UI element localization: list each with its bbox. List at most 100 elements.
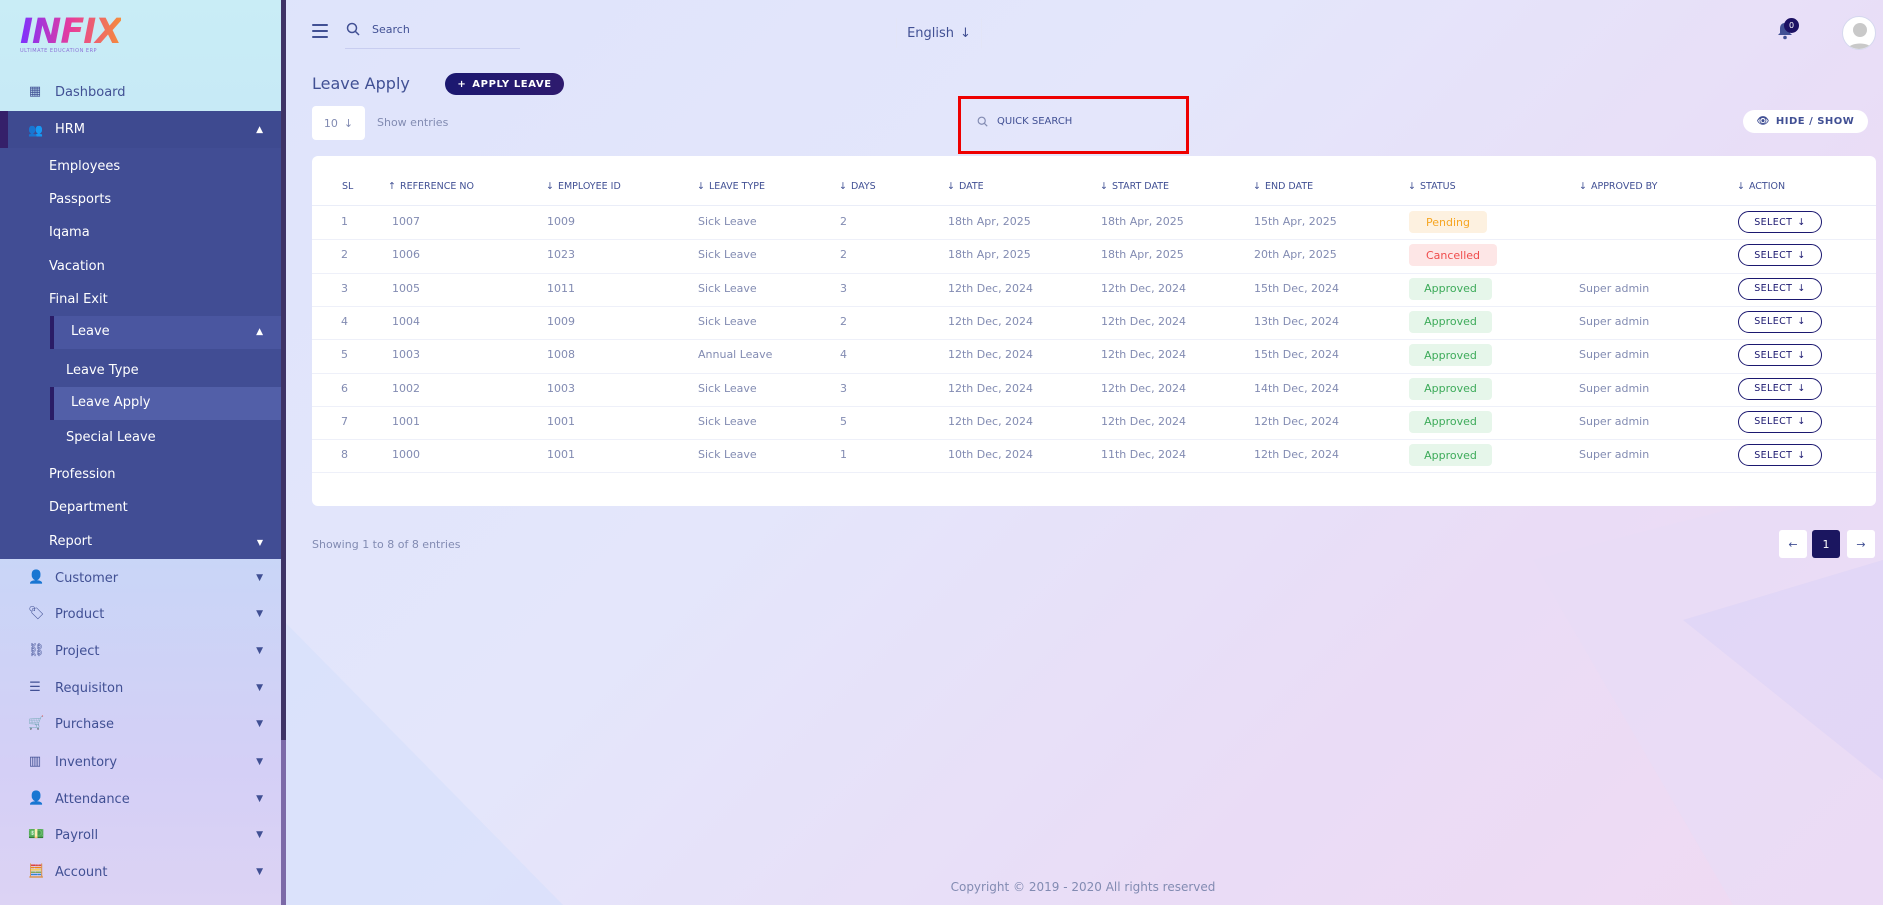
cell-days: 3 (840, 381, 847, 395)
select-label: SELECT (1754, 349, 1793, 361)
hide-show-button[interactable]: 👁 HIDE / SHOW (1743, 110, 1868, 133)
row-action-select-button[interactable]: SELECT ↓ (1738, 377, 1822, 400)
column-header-days[interactable]: ↓ DAYS (839, 181, 876, 192)
cell-start: 12th Dec, 2024 (1101, 381, 1187, 395)
caret-down-icon: ▼ (256, 794, 263, 804)
top-search-input[interactable]: Search (372, 23, 410, 36)
row-divider (312, 339, 1876, 341)
sidebar-item-customer[interactable]: 👤 Customer ▼ (0, 560, 281, 596)
next-page-button[interactable]: → (1847, 530, 1875, 558)
column-header-reference-no[interactable]: ↑ REFERENCE NO (388, 181, 474, 192)
sidebar-item-payroll[interactable]: 💵 Payroll ▼ (0, 817, 281, 853)
cell-approved: Super admin (1579, 414, 1650, 428)
sidebar-item-department[interactable]: Department (49, 500, 128, 515)
sidebar-item-requisiton[interactable]: ☰ Requisiton ▼ (0, 670, 281, 706)
column-header-sl[interactable]: SL (342, 181, 353, 192)
sidebar-item-label: Leave Apply (71, 395, 151, 410)
column-header-status[interactable]: ↓ STATUS (1408, 181, 1456, 192)
sidebar-item-leave[interactable]: Leave ▲ (50, 316, 281, 349)
arrow-down-icon: ↓ (1797, 383, 1806, 394)
sidebar-item-purchase[interactable]: 🛒 Purchase ▼ (0, 706, 281, 742)
cell-sl: 5 (341, 348, 348, 362)
sidebar-item-project[interactable]: ⛓ Project ▼ (0, 633, 281, 669)
column-header-action[interactable]: ↓ ACTION (1737, 181, 1785, 192)
entries-select[interactable]: 10 ↓ (312, 106, 365, 140)
sidebar-item-attendance[interactable]: 👤 Attendance ▼ (0, 781, 281, 817)
avatar[interactable] (1842, 16, 1876, 50)
row-action-select-button[interactable]: SELECT ↓ (1738, 244, 1822, 267)
cell-sl: 6 (341, 381, 348, 395)
cell-sl: 3 (341, 281, 348, 295)
arrow-down-icon: ↓ (1737, 181, 1745, 192)
footer-copyright: Copyright © 2019 - 2020 All rights reser… (950, 880, 1216, 894)
arrow-down-icon: ↓ (1253, 181, 1261, 192)
cell-date: 18th Apr, 2025 (948, 215, 1031, 228)
cell-end: 15th Apr, 2025 (1254, 215, 1337, 228)
language-selector[interactable]: English ↓ (896, 18, 982, 48)
row-action-select-button[interactable]: SELECT ↓ (1738, 277, 1822, 300)
sidebar-item-employees[interactable]: Employees (49, 159, 120, 174)
cell-end: 13th Dec, 2024 (1254, 314, 1340, 328)
column-header-date[interactable]: ↓ DATE (947, 181, 984, 192)
column-header-end-date[interactable]: ↓ END DATE (1253, 181, 1313, 192)
sidebar-item-final-exit[interactable]: Final Exit (49, 292, 108, 307)
cell-type: Sick Leave (698, 381, 757, 395)
cell-type: Sick Leave (698, 414, 757, 428)
select-label: SELECT (1754, 283, 1793, 295)
cell-end: 15th Dec, 2024 (1254, 281, 1340, 295)
arrow-up-icon: ↑ (388, 181, 396, 192)
caret-down-icon: ▼ (256, 867, 263, 877)
page-1-button[interactable]: 1 (1812, 530, 1840, 558)
sidebar-item-dashboard[interactable]: ▦ Dashboard (0, 74, 281, 110)
quick-search-input[interactable]: QUICK SEARCH (966, 106, 1180, 136)
sidebar-item-label: Requisiton (55, 680, 124, 696)
cell-ref: 1004 (392, 314, 420, 328)
sidebar-item-product[interactable]: 🏷 Product ▼ (0, 596, 281, 632)
row-action-select-button[interactable]: SELECT ↓ (1738, 310, 1822, 333)
sidebar-item-leave-apply[interactable]: Leave Apply (50, 387, 281, 420)
sidebar-item-label: Product (55, 606, 105, 622)
sidebar-item-leave-type[interactable]: Leave Type (66, 363, 139, 378)
row-action-select-button[interactable]: SELECT ↓ (1738, 444, 1822, 467)
cell-emp: 1009 (547, 215, 575, 228)
status-badge: Approved (1409, 277, 1492, 300)
sidebar-item-account[interactable]: 🧮 Account ▼ (0, 854, 281, 890)
arrow-down-icon: ↓ (697, 181, 705, 192)
sidebar-item-vacation[interactable]: Vacation (49, 259, 105, 274)
cell-type: Sick Leave (698, 448, 757, 462)
arrow-down-icon: ↓ (1797, 216, 1806, 228)
sidebar-item-inventory[interactable]: ▥ Inventory ▼ (0, 744, 281, 780)
column-header-leave-type[interactable]: ↓ LEAVE TYPE (697, 181, 765, 192)
cell-date: 12th Dec, 2024 (948, 314, 1034, 328)
apply-leave-button[interactable]: + APPLY LEAVE (445, 73, 564, 95)
arrow-down-icon: ↓ (1797, 283, 1806, 295)
column-header-employee-id[interactable]: ↓ EMPLOYEE ID (546, 181, 621, 192)
sidebar-item-special-leave[interactable]: Special Leave (66, 430, 156, 445)
user-icon: 👤 (28, 570, 45, 585)
cell-type: Annual Leave (698, 348, 773, 362)
sidebar-item-iqama[interactable]: Iqama (49, 225, 90, 240)
previous-page-button[interactable]: ← (1779, 530, 1807, 558)
cell-end: 12th Dec, 2024 (1254, 414, 1340, 428)
sidebar-item-report[interactable]: Report ▼ (0, 525, 281, 559)
row-action-select-button[interactable]: SELECT ↓ (1738, 344, 1822, 367)
sidebar-item-profession[interactable]: Profession (49, 467, 116, 482)
quick-search-placeholder: QUICK SEARCH (997, 115, 1073, 127)
column-header-start-date[interactable]: ↓ START DATE (1100, 181, 1169, 192)
hamburger-menu-icon[interactable] (312, 24, 328, 38)
sidebar-item-passports[interactable]: Passports (49, 192, 111, 207)
cell-approved: Super admin (1579, 448, 1650, 462)
arrow-down-icon: ↓ (1797, 416, 1806, 428)
status-badge: Approved (1409, 410, 1492, 433)
cell-start: 12th Dec, 2024 (1101, 348, 1187, 362)
row-action-select-button[interactable]: SELECT ↓ (1738, 410, 1822, 433)
logo[interactable]: INFIX ULTIMATE EDUCATION ERP (20, 14, 122, 54)
sidebar-item-label: Purchase (55, 716, 115, 732)
column-header-approved-by[interactable]: ↓ APPROVED BY (1579, 181, 1657, 192)
row-action-select-button[interactable]: SELECT ↓ (1738, 211, 1822, 233)
users-icon: 👥 (28, 122, 43, 137)
row-divider (312, 472, 1876, 474)
sidebar-scrollbar-thumb[interactable] (281, 0, 286, 740)
sidebar-item-hrm[interactable]: 👥 HRM ▲ (0, 111, 281, 148)
caret-down-icon: ▼ (256, 719, 263, 729)
